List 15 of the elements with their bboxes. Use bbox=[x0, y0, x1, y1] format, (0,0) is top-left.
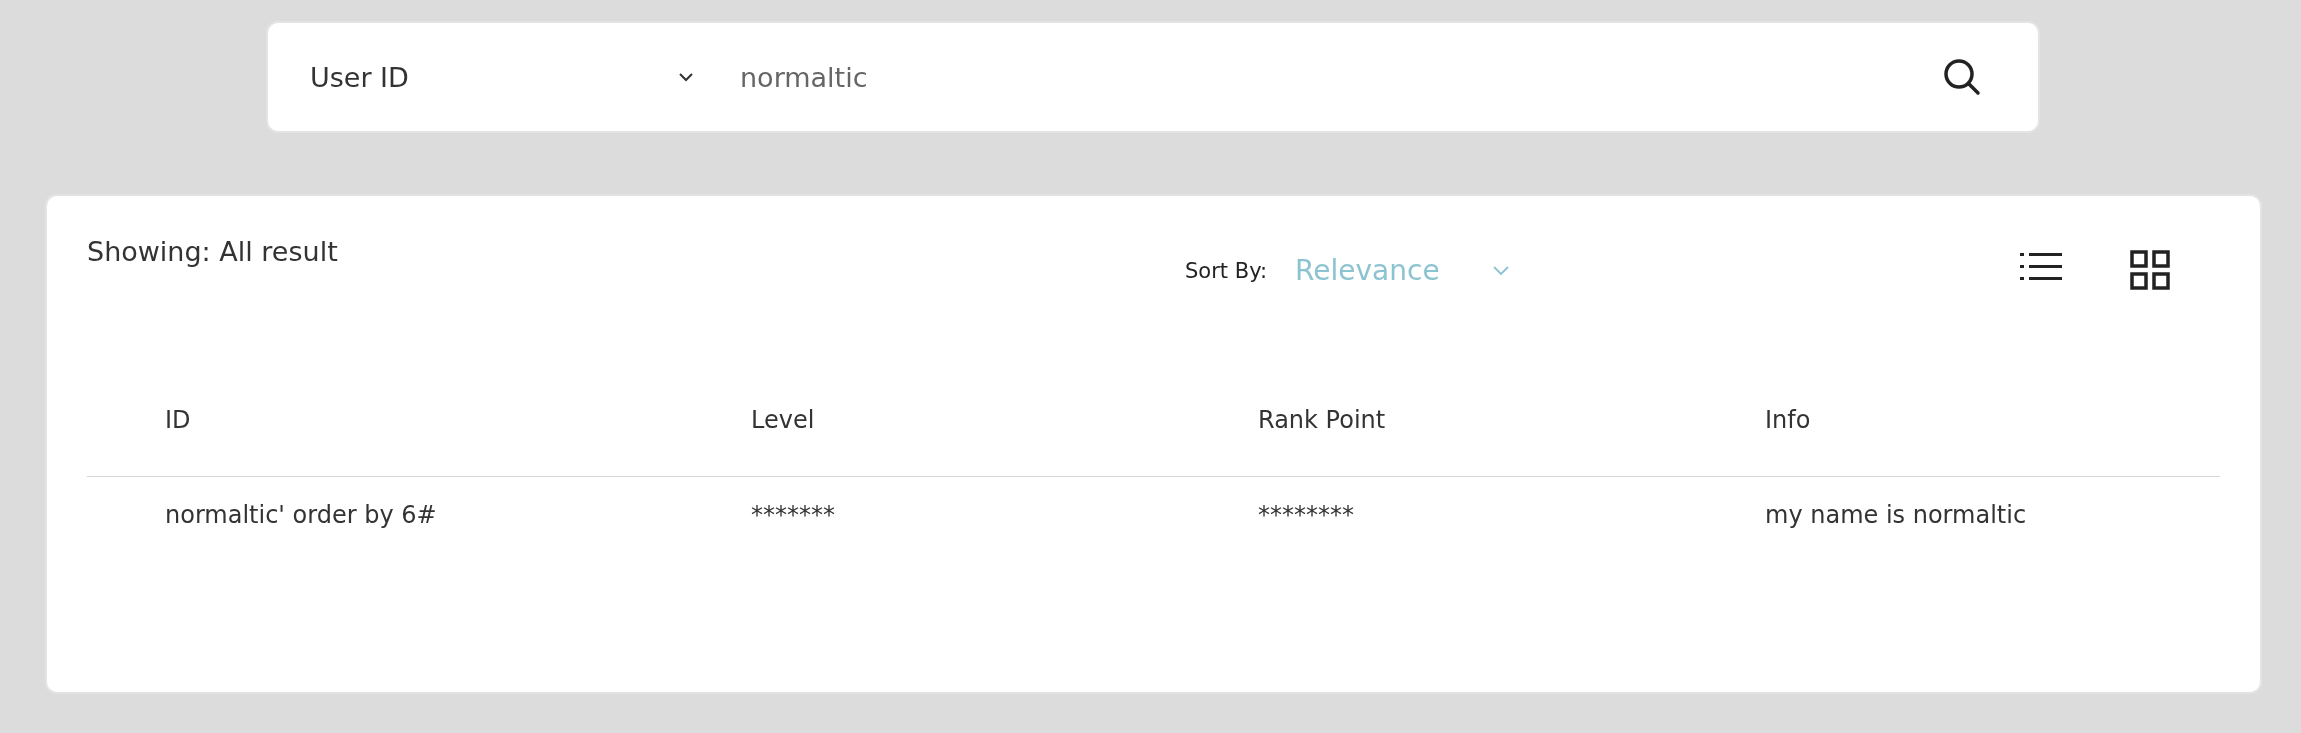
table-cell-text: ******** bbox=[1257, 501, 1355, 529]
column-header: Rank Point bbox=[1257, 406, 1387, 434]
chevron-down-icon bbox=[1491, 265, 1510, 276]
grid-view-icon[interactable] bbox=[2130, 250, 2170, 290]
showing-label: Showing: All result bbox=[87, 236, 339, 267]
column-header: Info bbox=[1764, 406, 1812, 434]
column-header: ID bbox=[164, 406, 192, 434]
sort-label: Sort By: bbox=[1185, 258, 1268, 283]
search-icon[interactable] bbox=[1942, 57, 1982, 97]
column-header: Level bbox=[750, 406, 816, 434]
chevron-down-icon bbox=[678, 72, 694, 82]
table-cell-text: ******* bbox=[750, 501, 836, 529]
table-cell-text: my name is normaltic bbox=[1764, 501, 2028, 529]
table-cell-text: normaltic' order by 6# bbox=[164, 501, 438, 529]
filter-dropdown[interactable]: User ID bbox=[310, 61, 708, 93]
